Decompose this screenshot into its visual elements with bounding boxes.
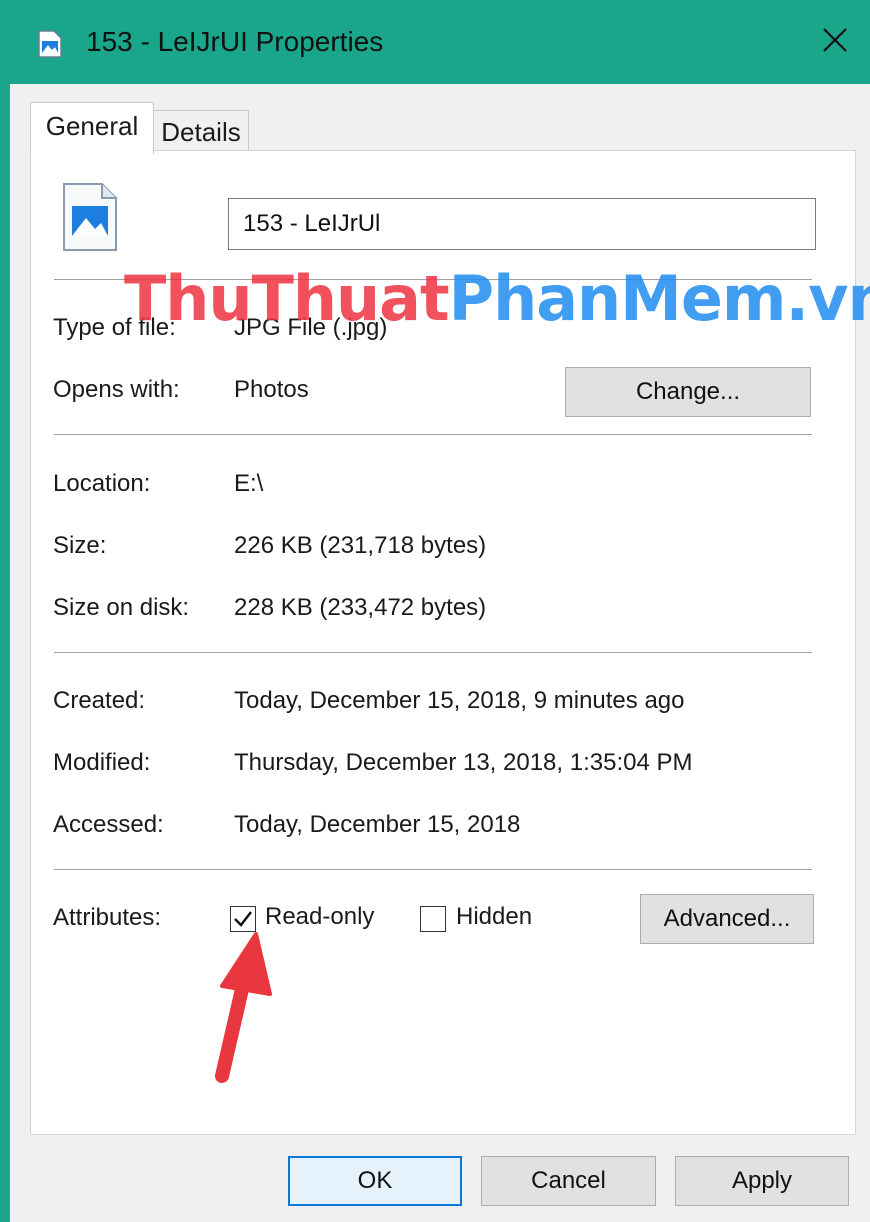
accessed-value: Today, December 15, 2018 xyxy=(234,811,521,838)
image-file-icon xyxy=(38,30,62,63)
watermark-part-blue: PhanMem.vn xyxy=(448,262,870,335)
divider xyxy=(54,869,812,871)
read-only-label[interactable]: Read-only xyxy=(265,903,374,931)
opens-with-value: Photos xyxy=(234,376,309,403)
divider xyxy=(54,434,812,436)
red-arrow-icon xyxy=(200,928,290,1093)
modified-value: Thursday, December 13, 2018, 1:35:04 PM xyxy=(234,749,693,776)
created-value: Today, December 15, 2018, 9 minutes ago xyxy=(234,687,685,714)
tab-details[interactable]: Details xyxy=(153,110,249,152)
ok-button[interactable]: OK xyxy=(288,1156,462,1206)
attributes-label: Attributes: xyxy=(53,904,162,931)
title-bar[interactable]: 153 - LeIJrUI Properties xyxy=(10,0,870,84)
accessed-label: Accessed: xyxy=(53,811,164,838)
tab-general[interactable]: General xyxy=(30,102,154,154)
close-icon xyxy=(821,26,849,59)
size-value: 226 KB (231,718 bytes) xyxy=(234,532,487,559)
opens-with-label: Opens with: xyxy=(53,376,180,403)
apply-button[interactable]: Apply xyxy=(675,1156,849,1206)
close-button[interactable] xyxy=(800,0,870,84)
watermark-part-red: ThuThuat xyxy=(124,262,450,335)
size-on-disk-value: 228 KB (233,472 bytes) xyxy=(234,594,487,621)
file-name-input[interactable] xyxy=(228,198,816,250)
modified-label: Modified: xyxy=(53,749,151,776)
hidden-checkbox[interactable] xyxy=(420,906,446,932)
advanced-button[interactable]: Advanced... xyxy=(640,894,814,944)
image-file-icon xyxy=(62,182,118,257)
size-on-disk-label: Size on disk: xyxy=(53,594,190,621)
change-button[interactable]: Change... xyxy=(565,367,811,417)
watermark-logo: ThuThuatPhanMem.vn xyxy=(124,262,870,335)
window-title: 153 - LeIJrUI Properties xyxy=(86,26,384,57)
location-value: E:\ xyxy=(234,470,264,497)
size-label: Size: xyxy=(53,532,107,559)
hidden-label[interactable]: Hidden xyxy=(456,903,532,931)
cancel-button[interactable]: Cancel xyxy=(481,1156,656,1206)
created-label: Created: xyxy=(53,687,146,714)
divider xyxy=(54,652,812,654)
location-label: Location: xyxy=(53,470,151,497)
